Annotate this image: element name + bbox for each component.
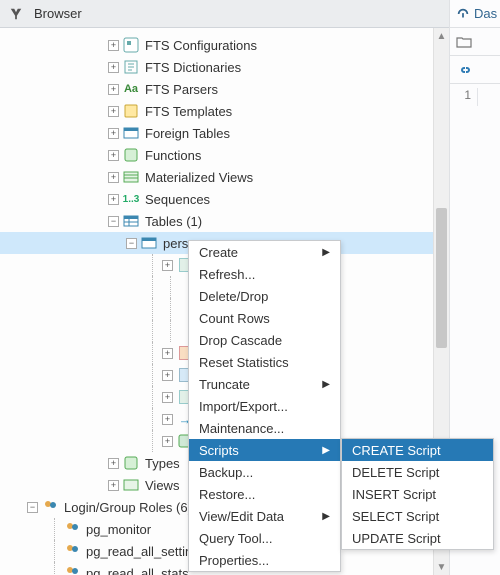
role-icon: [64, 543, 80, 559]
dashboard-tab[interactable]: Das: [450, 0, 500, 28]
node-foreign-tables[interactable]: + Foreign Tables: [0, 122, 449, 144]
node-label: Tables (1): [143, 214, 202, 229]
submenu-select-script[interactable]: SELECT Script: [342, 505, 493, 527]
node-fts-parsers[interactable]: + Aa FTS Parsers: [0, 78, 449, 100]
role-icon: [64, 565, 80, 575]
sequences-icon: 1..3: [123, 191, 139, 207]
scroll-up-icon[interactable]: ▲: [434, 28, 449, 44]
expander-icon[interactable]: +: [108, 62, 119, 73]
mat-views-icon: [123, 169, 139, 185]
scroll-down-icon[interactable]: ▼: [434, 559, 449, 575]
tab-label: Das: [474, 6, 497, 21]
fts-dict-icon: [123, 59, 139, 75]
menu-view-edit-data[interactable]: View/Edit Data▶: [189, 505, 340, 527]
node-fts-dictionaries[interactable]: + FTS Dictionaries: [0, 56, 449, 78]
submenu-arrow-icon: ▶: [322, 511, 330, 522]
expander-icon[interactable]: +: [108, 106, 119, 117]
expander-icon[interactable]: +: [108, 480, 119, 491]
menu-import-export[interactable]: Import/Export...: [189, 395, 340, 417]
node-label: Foreign Tables: [143, 126, 230, 141]
browser-panel-header: Browser: [0, 0, 500, 28]
node-label: Sequences: [143, 192, 210, 207]
fts-parser-icon: Aa: [123, 81, 139, 97]
menu-delete[interactable]: Delete/Drop: [189, 285, 340, 307]
expander-icon[interactable]: +: [108, 194, 119, 205]
context-menu[interactable]: Create▶ Refresh... Delete/Drop Count Row…: [188, 240, 341, 572]
node-tables[interactable]: − Tables (1): [0, 210, 449, 232]
menu-truncate[interactable]: Truncate▶: [189, 373, 340, 395]
node-label: FTS Dictionaries: [143, 60, 241, 75]
node-label: Types: [143, 456, 180, 471]
node-materialized-views[interactable]: + Materialized Views: [0, 166, 449, 188]
submenu-arrow-icon: ▶: [322, 379, 330, 390]
submenu-delete-script[interactable]: DELETE Script: [342, 461, 493, 483]
editor-gutter: 1: [450, 84, 500, 106]
line-number: 1: [450, 88, 478, 106]
expander-icon[interactable]: +: [108, 84, 119, 95]
submenu-create-script[interactable]: CREATE Script: [342, 439, 493, 461]
browser-icon: [8, 6, 24, 22]
submenu-insert-script[interactable]: INSERT Script: [342, 483, 493, 505]
menu-drop-cascade[interactable]: Drop Cascade: [189, 329, 340, 351]
fts-config-icon: [123, 37, 139, 53]
node-label: pg_read_all_stats: [84, 566, 189, 575]
node-label: FTS Templates: [143, 104, 232, 119]
open-file-icon[interactable]: [456, 34, 472, 50]
node-fts-configurations[interactable]: + FTS Configurations: [0, 34, 449, 56]
expander-icon[interactable]: −: [108, 216, 119, 227]
node-label: Login/Group Roles (6): [62, 500, 192, 515]
submenu-update-script[interactable]: UPDATE Script: [342, 527, 493, 549]
expander-icon[interactable]: −: [27, 502, 38, 513]
menu-restore[interactable]: Restore...: [189, 483, 340, 505]
tables-icon: [123, 213, 139, 229]
expander-icon[interactable]: +: [108, 458, 119, 469]
node-fts-templates[interactable]: + FTS Templates: [0, 100, 449, 122]
menu-refresh[interactable]: Refresh...: [189, 263, 340, 285]
node-label: pg_monitor: [84, 522, 151, 537]
node-functions[interactable]: + Functions: [0, 144, 449, 166]
menu-backup[interactable]: Backup...: [189, 461, 340, 483]
roles-icon: [42, 499, 58, 515]
expander-icon[interactable]: +: [108, 150, 119, 161]
node-label: FTS Parsers: [143, 82, 218, 97]
menu-reset-stats[interactable]: Reset Statistics: [189, 351, 340, 373]
node-label: Functions: [143, 148, 201, 163]
expander-icon[interactable]: +: [108, 40, 119, 51]
submenu-arrow-icon: ▶: [322, 445, 330, 456]
views-icon: [123, 477, 139, 493]
menu-scripts[interactable]: Scripts▶: [189, 439, 340, 461]
foreign-tables-icon: [123, 125, 139, 141]
scripts-submenu[interactable]: CREATE Script DELETE Script INSERT Scrip…: [341, 438, 494, 550]
expander-icon[interactable]: −: [126, 238, 137, 249]
menu-properties[interactable]: Properties...: [189, 549, 340, 571]
scroll-thumb[interactable]: [436, 208, 447, 348]
role-icon: [64, 521, 80, 537]
functions-icon: [123, 147, 139, 163]
node-sequences[interactable]: + 1..3 Sequences: [0, 188, 449, 210]
expander-icon[interactable]: +: [108, 172, 119, 183]
node-label: pg_read_all_setting: [84, 544, 199, 559]
table-icon: [141, 235, 157, 251]
panel-title: Browser: [34, 6, 82, 21]
dashboard-icon: [456, 7, 470, 21]
submenu-arrow-icon: ▶: [322, 247, 330, 258]
menu-maintenance[interactable]: Maintenance...: [189, 417, 340, 439]
link-icon[interactable]: [456, 62, 472, 78]
fts-templates-icon: [123, 103, 139, 119]
menu-query-tool[interactable]: Query Tool...: [189, 527, 340, 549]
menu-create[interactable]: Create▶: [189, 241, 340, 263]
menu-count-rows[interactable]: Count Rows: [189, 307, 340, 329]
expander-icon[interactable]: +: [108, 128, 119, 139]
types-icon: [123, 455, 139, 471]
node-label: Materialized Views: [143, 170, 253, 185]
node-label: FTS Configurations: [143, 38, 257, 53]
node-label: Views: [143, 478, 179, 493]
